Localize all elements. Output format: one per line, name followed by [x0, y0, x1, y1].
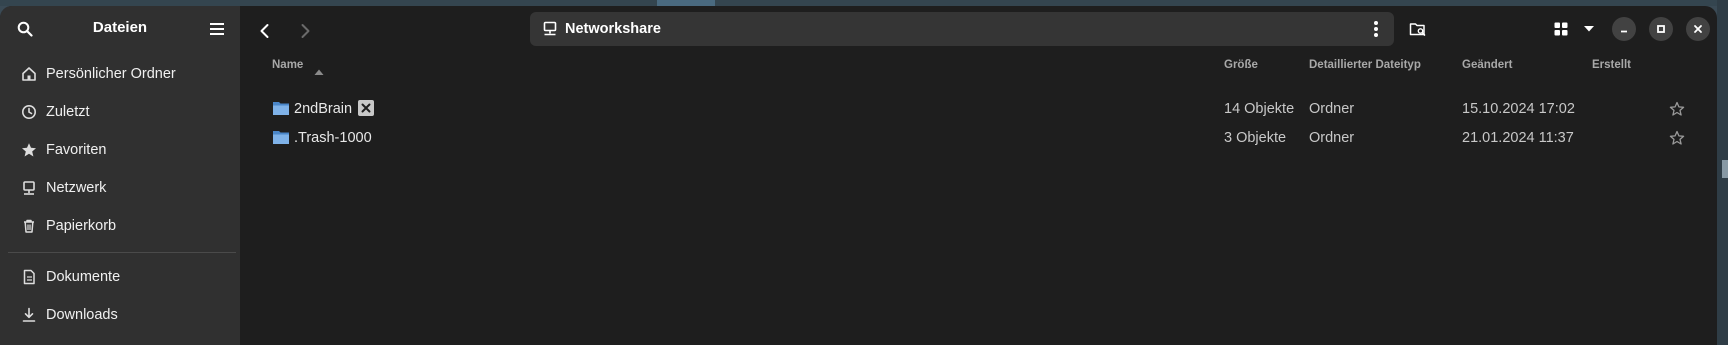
sidebar-item-home[interactable]: Persönlicher Ordner — [8, 57, 232, 91]
document-icon — [20, 268, 38, 286]
column-header-type[interactable]: Detaillierter Dateityp — [1309, 59, 1421, 71]
network-icon — [542, 21, 558, 37]
clock-icon — [20, 103, 38, 121]
sidebar-item-documents[interactable]: Dokumente — [8, 260, 232, 294]
back-button[interactable] — [252, 18, 278, 44]
column-header-modified[interactable]: Geändert — [1462, 59, 1513, 71]
folder-icon — [272, 99, 290, 117]
sidebar-item-label: Zuletzt — [46, 104, 90, 120]
sidebar-item-label: Dokumente — [46, 269, 121, 285]
sidebar-item-downloads[interactable]: Downloads — [8, 298, 232, 332]
table-row[interactable]: .Trash-1000 3 Objekte Ordner 21.01.2024 … — [262, 125, 1702, 153]
file-type: Ordner — [1309, 130, 1355, 146]
file-type: Ordner — [1309, 101, 1355, 117]
hamburger-menu-icon[interactable] — [206, 18, 228, 40]
chevron-down-icon[interactable] — [1578, 17, 1600, 41]
network-icon — [20, 179, 38, 197]
maximize-button[interactable] — [1649, 17, 1673, 41]
download-icon — [20, 306, 38, 324]
file-manager-window: Dateien Persönlicher Ordner Zuletzt Favo… — [0, 6, 1717, 345]
sidebar-item-label: Netzwerk — [46, 180, 107, 196]
sort-ascending-icon — [314, 63, 324, 75]
location-label: Networkshare — [565, 21, 661, 37]
sidebar-item-label: Favoriten — [46, 142, 107, 158]
minimize-button[interactable] — [1612, 17, 1636, 41]
sidebar-separator — [8, 252, 236, 253]
sidebar-item-trash[interactable]: Papierkorb — [8, 209, 232, 243]
folder-search-icon[interactable] — [1406, 17, 1430, 41]
sidebar-item-label: Papierkorb — [46, 218, 117, 234]
file-size: 14 Objekte — [1224, 101, 1295, 117]
star-icon[interactable] — [1667, 99, 1687, 119]
trash-icon — [20, 217, 38, 235]
file-modified: 15.10.2024 17:02 — [1462, 101, 1575, 117]
file-size: 3 Objekte — [1224, 130, 1287, 146]
column-header-name[interactable]: Name — [272, 59, 303, 71]
app-title: Dateien — [92, 19, 148, 36]
sidebar-header: Dateien — [0, 6, 240, 52]
grid-view-icon[interactable] — [1549, 17, 1573, 41]
sidebar-item-label: Persönlicher Ordner — [46, 66, 176, 82]
sidebar-item-recent[interactable]: Zuletzt — [8, 95, 232, 129]
file-modified: 21.01.2024 11:37 — [1462, 130, 1574, 146]
star-icon — [20, 141, 38, 159]
sidebar: Dateien Persönlicher Ordner Zuletzt Favo… — [0, 6, 240, 345]
column-header-size[interactable]: Größe — [1224, 59, 1258, 71]
table-row[interactable]: 2ndBrain 14 Objekte Ordner 15.10.2024 17… — [262, 96, 1702, 124]
close-badge-icon — [358, 100, 374, 116]
sidebar-item-favorites[interactable]: Favoriten — [8, 133, 232, 167]
star-icon[interactable] — [1667, 128, 1687, 148]
more-options-icon[interactable] — [1366, 19, 1386, 39]
sidebar-item-network[interactable]: Netzwerk — [8, 171, 232, 205]
file-name: .Trash-1000 — [294, 130, 372, 146]
column-header-created[interactable]: Erstellt — [1592, 59, 1631, 71]
folder-icon — [272, 128, 290, 146]
home-icon — [20, 65, 38, 83]
desktop-scroll-mark — [1722, 160, 1728, 178]
close-button[interactable] — [1686, 17, 1710, 41]
location-bar[interactable]: Networkshare — [530, 12, 1394, 46]
sidebar-item-label: Downloads — [46, 307, 118, 323]
forward-button[interactable] — [292, 18, 318, 44]
file-name: 2ndBrain — [294, 101, 353, 117]
